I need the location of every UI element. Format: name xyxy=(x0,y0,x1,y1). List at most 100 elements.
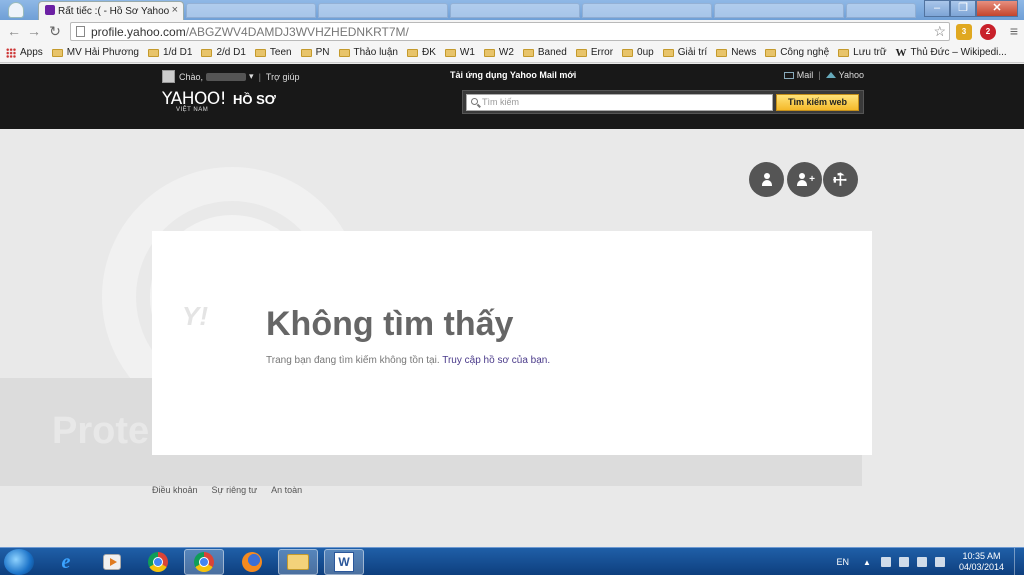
language-indicator[interactable]: EN xyxy=(837,557,850,567)
bookmark-item[interactable]: Baned xyxy=(522,47,567,58)
volume-icon[interactable] xyxy=(934,557,945,567)
bookmark-item[interactable]: 0up xyxy=(622,47,654,58)
add-contact-button[interactable]: + xyxy=(787,162,822,197)
folder-icon xyxy=(338,48,350,57)
taskbar-firefox[interactable] xyxy=(232,549,272,575)
bookmark-label: ĐK xyxy=(421,47,436,58)
bookmark-item[interactable]: News xyxy=(716,47,756,58)
tab-background[interactable] xyxy=(846,3,916,18)
bookmark-item[interactable]: ĐK xyxy=(406,47,436,58)
tab-background[interactable] xyxy=(714,3,844,18)
folder-icon xyxy=(406,48,418,57)
tab-active[interactable]: Rất tiếc :( - Hồ Sơ Yahoo × xyxy=(38,1,184,20)
url-path: /ABGZWV4DAMDJ3WVHZHEDNKRT7M/ xyxy=(185,25,409,39)
yahoo-home-link[interactable]: Yahoo xyxy=(839,70,864,80)
close-window-icon[interactable]: ✕ xyxy=(976,0,1018,17)
media-player-icon xyxy=(103,554,121,570)
browser-titlebar: Rất tiếc :( - Hồ Sơ Yahoo × – ❐ ✕ xyxy=(0,0,1024,20)
bookmark-item[interactable]: 2/d D1 xyxy=(201,47,246,58)
folder-icon xyxy=(287,554,309,570)
adblock-plus-icon[interactable]: 2 xyxy=(980,24,996,40)
bookmark-item[interactable]: MV Hải Phương xyxy=(51,47,139,58)
bookmark-item[interactable]: Công nghệ xyxy=(765,47,829,58)
bookmark-label: Thảo luận xyxy=(353,47,398,58)
profile-button[interactable] xyxy=(749,162,784,197)
privacy-link[interactable]: Sự riêng tư xyxy=(212,485,258,495)
reload-icon[interactable]: ↻ xyxy=(47,23,63,39)
start-button[interactable] xyxy=(4,549,34,575)
system-tray: EN ▲ 10:35 AM 04/03/2014 xyxy=(837,548,1024,575)
folder-icon xyxy=(838,48,850,57)
power-icon[interactable] xyxy=(898,557,909,567)
word-icon: W xyxy=(334,552,354,572)
page-icon xyxy=(76,26,85,37)
forward-arrow-icon[interactable]: → xyxy=(26,23,42,39)
notifier-extension-icon[interactable]: 3 xyxy=(956,24,972,40)
main-content: Prote + ⚒ Y! Không tìm thấy Trang bạn đa… xyxy=(0,129,1024,547)
tab-background[interactable] xyxy=(318,3,448,18)
maximize-icon[interactable]: ❐ xyxy=(950,0,976,17)
hamburger-menu-icon[interactable]: ≡ xyxy=(1010,23,1018,39)
bookmark-item[interactable]: Error xyxy=(575,47,613,58)
bookmark-item[interactable]: W2 xyxy=(483,47,514,58)
yahoo-logo[interactable]: YAHOO! xyxy=(162,89,227,109)
bookmark-item[interactable]: PN xyxy=(300,47,330,58)
show-desktop-button[interactable] xyxy=(1014,548,1024,575)
safety-link[interactable]: An toàn xyxy=(271,485,302,495)
mail-app-promo[interactable]: Tải ứng dụng Yahoo Mail mới xyxy=(450,70,576,80)
bookmark-label: W1 xyxy=(459,47,475,58)
avatar[interactable] xyxy=(162,70,175,83)
taskbar-chrome[interactable] xyxy=(138,549,178,575)
bookmark-star-icon[interactable]: ☆ xyxy=(933,23,946,40)
taskbar-chrome-active[interactable] xyxy=(184,549,224,575)
bookmark-item[interactable]: Apps xyxy=(6,47,43,58)
show-hidden-icons-icon[interactable]: ▲ xyxy=(863,558,871,567)
bookmark-item[interactable]: Giải trí xyxy=(662,47,707,58)
bookmark-item[interactable]: W1 xyxy=(444,47,475,58)
settings-button[interactable]: ⚒ xyxy=(823,162,858,197)
bookmark-item[interactable]: Thảo luận xyxy=(338,47,398,58)
address-bar[interactable]: profile.yahoo.com/ABGZWV4DAMDJ3WVHZHEDNK… xyxy=(70,22,950,41)
windows-taskbar: e W EN ▲ 10:35 AM 04/03/2014 xyxy=(0,547,1024,575)
web-search-button[interactable]: Tìm kiếm web xyxy=(776,94,859,111)
username-redacted[interactable] xyxy=(206,72,247,81)
minimize-icon[interactable]: – xyxy=(924,0,950,17)
browser-profile-icon[interactable] xyxy=(8,2,24,18)
tab-background[interactable] xyxy=(186,3,316,18)
terms-link[interactable]: Điều khoản xyxy=(152,485,198,495)
taskbar-explorer[interactable] xyxy=(278,549,318,575)
search-input[interactable]: Tìm kiếm xyxy=(466,94,773,111)
home-icon xyxy=(825,72,836,78)
profile-link[interactable]: Truy cập hồ sơ của bạn. xyxy=(442,355,550,366)
folder-icon xyxy=(201,48,213,57)
help-link[interactable]: Trợ giúp xyxy=(266,72,300,82)
back-arrow-icon[interactable]: ← xyxy=(6,23,22,39)
bookmark-item[interactable]: Lưu trữ xyxy=(838,47,887,58)
yahoo-watermark-logo: Y! xyxy=(182,301,208,331)
taskbar-word[interactable]: W xyxy=(324,549,364,575)
bookmark-label: Teen xyxy=(269,47,292,58)
mail-link[interactable]: Mail xyxy=(797,70,814,80)
background-watermark-text: Prote xyxy=(52,410,150,452)
tab-title: Rất tiếc :( - Hồ Sơ Yahoo xyxy=(58,6,170,17)
clock-date: 04/03/2014 xyxy=(958,562,1004,572)
bookmark-label: PN xyxy=(315,47,330,58)
tab-background[interactable] xyxy=(582,3,712,18)
chevron-down-icon[interactable]: ▾ xyxy=(249,71,254,82)
taskbar-ie[interactable]: e xyxy=(46,549,86,575)
taskbar-media-player[interactable] xyxy=(92,549,132,575)
divider: | xyxy=(258,71,261,82)
action-center-flag-icon[interactable] xyxy=(880,557,891,567)
tab-background[interactable] xyxy=(450,3,580,18)
bookmark-item[interactable]: Teen xyxy=(254,47,292,58)
firefox-icon xyxy=(242,552,262,572)
network-signal-icon[interactable] xyxy=(916,557,927,567)
folder-icon xyxy=(522,48,534,57)
clock[interactable]: 10:35 AM 04/03/2014 xyxy=(959,551,1004,573)
yahoo-header: Chào, ▾ | Trợ giúp Tải ứng dụng Yahoo Ma… xyxy=(0,64,1024,129)
folder-icon xyxy=(254,48,266,57)
bookmark-item[interactable]: W Thủ Đức – Wikipedi... xyxy=(896,47,1007,59)
bookmark-item[interactable]: 1/d D1 xyxy=(147,47,192,58)
tab-close-icon[interactable]: × xyxy=(172,4,178,16)
footer-links: Điều khoản Sự riêng tư An toàn xyxy=(152,485,316,495)
